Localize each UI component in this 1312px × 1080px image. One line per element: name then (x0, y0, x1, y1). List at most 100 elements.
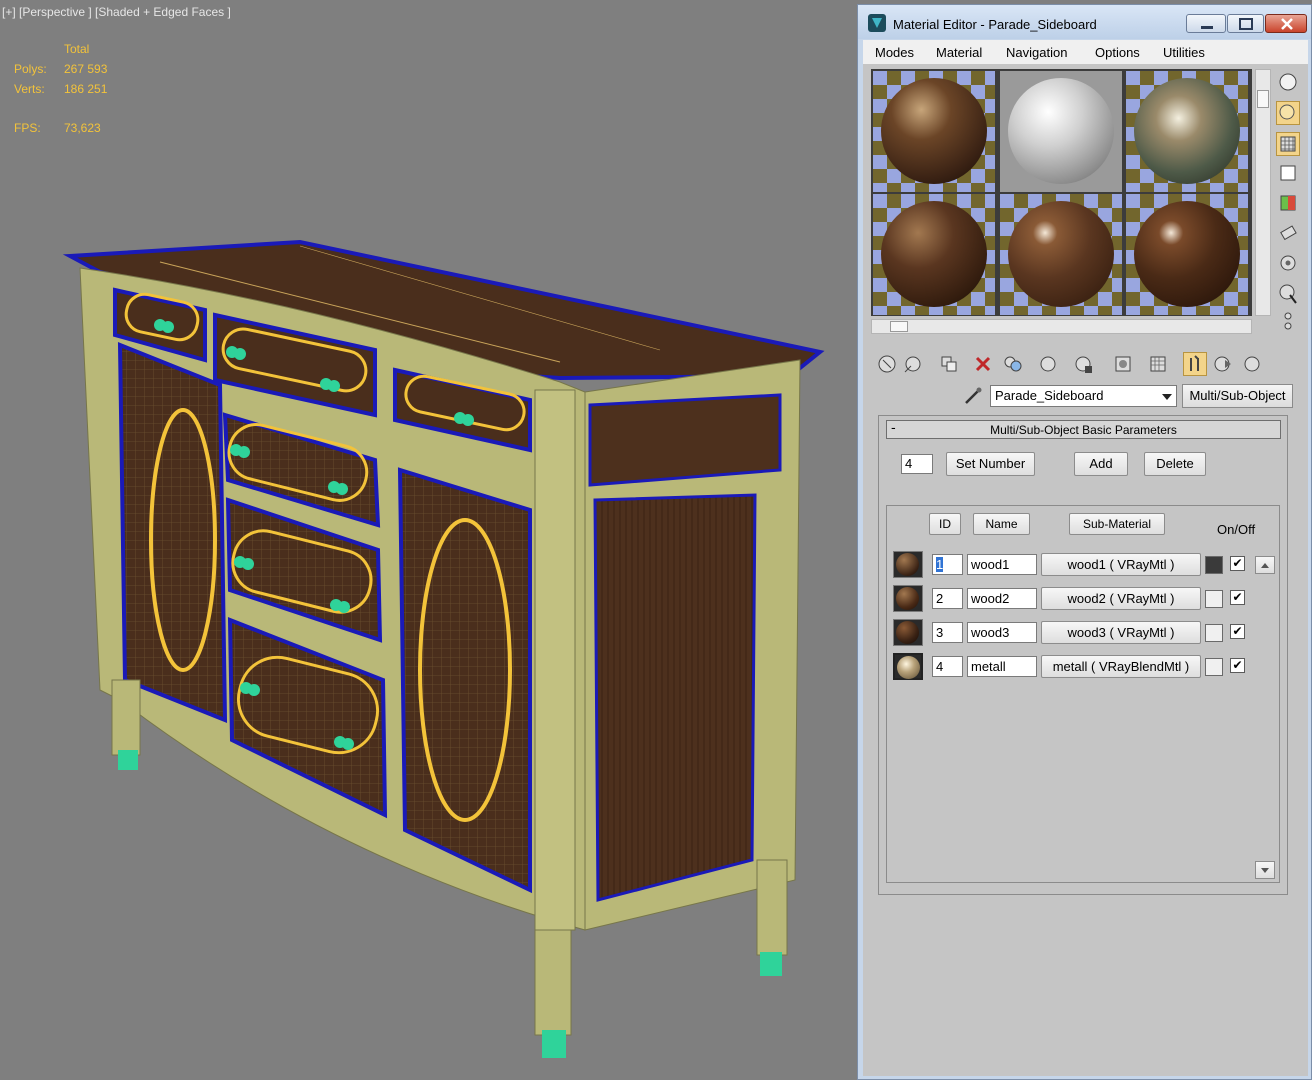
options-icon[interactable] (1276, 251, 1300, 275)
material-name-text: Parade_Sideboard (995, 388, 1104, 403)
video-color-check-icon[interactable] (1276, 191, 1300, 215)
submaterial-id-field[interactable]: 4 (932, 656, 963, 677)
submaterial-onoff-checkbox[interactable]: ✔ (1230, 658, 1245, 673)
sample-slot-1[interactable] (873, 71, 995, 192)
menu-options[interactable]: Options (1095, 45, 1140, 60)
submaterial-color-swatch[interactable] (1205, 624, 1223, 642)
submaterial-list: ID Name Sub-Material On/Off 1 wood1 wood… (886, 505, 1280, 883)
put-to-library-icon[interactable] (1036, 352, 1060, 376)
go-to-parent-icon (1190, 355, 1199, 371)
menu-navigation[interactable]: Navigation (1006, 45, 1067, 60)
rollout-header[interactable]: - Multi/Sub-Object Basic Parameters (886, 420, 1281, 439)
assign-material-icon[interactable] (937, 352, 961, 376)
sample-slot-2[interactable] (1000, 71, 1122, 192)
material-name-field[interactable]: Parade_Sideboard (990, 385, 1177, 407)
material-id-navigator-icon[interactable] (1276, 309, 1300, 333)
submaterial-thumb[interactable] (893, 551, 923, 578)
pick-material-icon[interactable] (1241, 352, 1265, 376)
submaterial-row: 3 wood3 wood3 ( VRayMtl ) ✔ (887, 617, 1277, 647)
sphere-default-grey (1008, 78, 1114, 184)
viewport-perspective[interactable]: [+] [Perspective ] [Shaded + Edged Faces… (0, 0, 858, 1080)
titlebar[interactable]: Material Editor - Parade_Sideboard (858, 5, 1311, 39)
get-material-icon[interactable] (875, 352, 899, 376)
submaterial-id-field[interactable]: 2 (932, 588, 963, 609)
submaterial-row: 1 wood1 wood1 ( VRayMtl ) ✔ (887, 549, 1277, 579)
submaterial-color-swatch[interactable] (1205, 590, 1223, 608)
maximize-button[interactable] (1227, 14, 1264, 33)
sphere-metal (1134, 78, 1240, 184)
submaterial-onoff-checkbox[interactable]: ✔ (1230, 556, 1245, 571)
submaterial-thumb[interactable] (893, 653, 923, 680)
sphere-wood3 (1134, 201, 1240, 307)
backlight-icon (1279, 104, 1295, 120)
submaterial-button[interactable]: wood1 ( VRayMtl ) (1041, 553, 1201, 576)
submaterial-thumb[interactable] (893, 619, 923, 646)
submaterial-thumb[interactable] (893, 585, 923, 612)
column-submaterial-button[interactable]: Sub-Material (1069, 513, 1165, 535)
select-by-material-icon[interactable] (1276, 281, 1300, 305)
menubar: Modes Material Navigation Options Utilit… (863, 40, 1308, 64)
sphere-wood1 (881, 201, 987, 307)
submaterial-id-field[interactable]: 1 (932, 554, 963, 575)
slots-vertical-scrollbar[interactable] (1255, 69, 1271, 316)
show-end-result-icon[interactable] (1146, 352, 1170, 376)
sideboard-model[interactable] (0, 0, 858, 1080)
show-shaded-in-viewport-icon[interactable] (1111, 352, 1135, 376)
column-onoff-label: On/Off (1217, 522, 1256, 537)
background-button[interactable] (1276, 132, 1300, 156)
add-button[interactable]: Add (1074, 452, 1128, 476)
sample-slots (871, 69, 1252, 316)
close-button[interactable] (1265, 14, 1307, 33)
column-name-button[interactable]: Name (973, 513, 1030, 535)
eyedropper-icon[interactable] (962, 385, 984, 407)
rollout-title: Multi/Sub-Object Basic Parameters (990, 423, 1177, 437)
sample-slot-5[interactable] (1000, 194, 1122, 315)
submaterial-name-field[interactable]: metall (967, 656, 1037, 677)
menu-modes[interactable]: Modes (875, 45, 914, 60)
menu-material[interactable]: Material (936, 45, 982, 60)
column-id-button[interactable]: ID (929, 513, 961, 535)
submaterial-row: 4 metall metall ( VRayBlendMtl ) ✔ (887, 651, 1277, 681)
minimize-button[interactable] (1186, 14, 1226, 33)
delete-button[interactable]: Delete (1144, 452, 1206, 476)
sample-type-sphere-icon[interactable] (1276, 70, 1300, 94)
checker-background-icon (1280, 136, 1296, 152)
multi-sub-object-rollout: - Multi/Sub-Object Basic Parameters 4 Se… (878, 415, 1288, 895)
submaterial-button[interactable]: wood2 ( VRayMtl ) (1041, 587, 1201, 610)
submaterial-onoff-checkbox[interactable]: ✔ (1230, 590, 1245, 605)
material-editor-window[interactable]: Material Editor - Parade_Sideboard Modes… (857, 4, 1312, 1080)
go-to-parent-button[interactable] (1183, 352, 1207, 376)
sample-slot-4[interactable] (873, 194, 995, 315)
sample-slot-6[interactable] (1126, 194, 1248, 315)
make-preview-icon[interactable] (1276, 221, 1300, 245)
go-forward-to-sibling-icon[interactable] (1211, 352, 1235, 376)
sub-count-field[interactable]: 4 (901, 454, 933, 474)
window-title: Material Editor - Parade_Sideboard (893, 17, 1097, 32)
side-panel (593, 493, 757, 902)
sample-uv-tiling-icon[interactable] (1276, 161, 1300, 185)
set-number-button[interactable]: Set Number (946, 452, 1035, 476)
backlight-button[interactable] (1276, 101, 1300, 125)
submaterial-color-swatch[interactable] (1205, 556, 1223, 574)
material-id-channel-icon[interactable] (1071, 352, 1095, 376)
submaterial-color-swatch[interactable] (1205, 658, 1223, 676)
reset-map-icon[interactable] (971, 352, 995, 376)
chevron-down-icon[interactable] (1158, 386, 1176, 406)
menu-utilities[interactable]: Utilities (1163, 45, 1205, 60)
slots-horizontal-scrollbar[interactable] (871, 319, 1252, 334)
put-material-to-scene-icon[interactable] (901, 352, 925, 376)
submaterial-button[interactable]: metall ( VRayBlendMtl ) (1041, 655, 1201, 678)
sample-slot-3[interactable] (1126, 71, 1248, 192)
submaterial-button[interactable]: wood3 ( VRayMtl ) (1041, 621, 1201, 644)
submaterial-id-field[interactable]: 3 (932, 622, 963, 643)
material-type-button[interactable]: Multi/Sub-Object (1182, 384, 1293, 408)
submaterial-name-field[interactable]: wood3 (967, 622, 1037, 643)
list-scroll-up-button[interactable] (1255, 556, 1275, 574)
make-unique-icon[interactable] (1001, 352, 1025, 376)
3dsmax-icon (868, 14, 886, 32)
editor-client-area: Parade_Sideboard Multi/Sub-Object - Mult… (863, 64, 1308, 1076)
list-scroll-down-button[interactable] (1255, 861, 1275, 879)
submaterial-onoff-checkbox[interactable]: ✔ (1230, 624, 1245, 639)
submaterial-name-field[interactable]: wood1 (967, 554, 1037, 575)
submaterial-name-field[interactable]: wood2 (967, 588, 1037, 609)
